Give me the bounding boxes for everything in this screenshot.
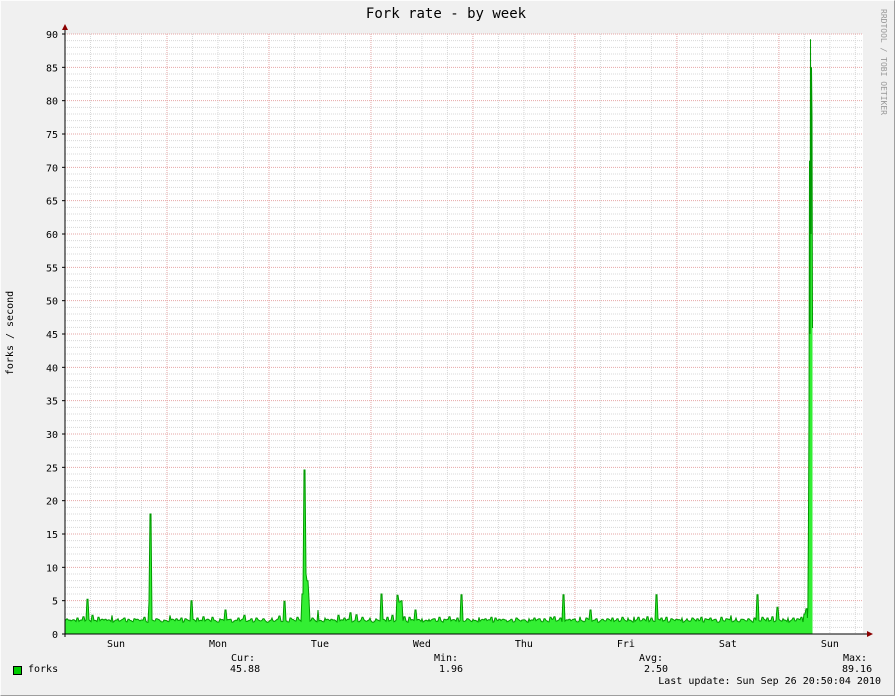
y-axis-label: forks / second [5,291,16,375]
y-tick-label: 0 [52,630,58,641]
y-tick-label: 85 [46,63,58,74]
rrdtool-watermark: RRDTOOL / TOBI OETIKER [879,9,888,115]
y-axis-arrow [62,24,68,30]
y-tick-label: 55 [46,263,58,274]
y-tick-label: 80 [46,97,58,108]
x-tick-label: Sun [107,639,125,650]
y-tick-label: 5 [52,597,58,608]
x-tick-label: Tue [311,639,329,650]
x-tick-label: Wed [413,639,431,650]
y-tick-label: 90 [46,30,58,41]
x-tick-label: Sat [719,639,737,650]
legend-series-label: forks [28,664,59,675]
y-tick-label: 65 [46,197,58,208]
fork-rate-chart: 0 5 10 15 20 25 30 35 40 45 50 55 60 65 70 75 80 85 90 Sun… [5,6,888,650]
y-tick-label: 75 [46,130,58,141]
y-tick-label: 15 [46,530,58,541]
y-tick-label: 50 [46,297,58,308]
legend-min-value: 1.96 [439,664,464,675]
x-tick-label: Mon [209,639,227,650]
chart-title: Fork rate - by week [366,6,527,22]
y-tick-label: 20 [46,497,58,508]
x-tick-label: Thu [515,639,533,650]
y-tick-label: 45 [46,330,58,341]
x-axis-arrow [867,631,873,637]
y-tick-label: 30 [46,430,58,441]
legend-cur-value: 45.88 [230,664,261,675]
legend-avg-value: 2.50 [644,664,669,675]
x-tick-labels: Sun Mon Tue Wed Thu Fri Sat Sun [107,639,839,650]
x-tick-label: Sun [821,639,839,650]
legend-max-value: 89.16 [842,664,873,675]
x-tick-label: Fri [617,639,635,650]
y-tick-label: 40 [46,363,58,374]
y-tick-label: 70 [46,163,58,174]
y-tick-label: 60 [46,230,58,241]
last-update-text: Last update: Sun Sep 26 20:50:04 2010 [658,676,881,687]
y-tick-label: 10 [46,563,58,574]
legend-swatch [13,666,22,675]
y-tick-labels: 0 5 10 15 20 25 30 35 40 45 50 55 60 65 70 75 80 85 90 [46,30,58,641]
y-tick-label: 25 [46,463,58,474]
y-tick-label: 35 [46,397,58,408]
